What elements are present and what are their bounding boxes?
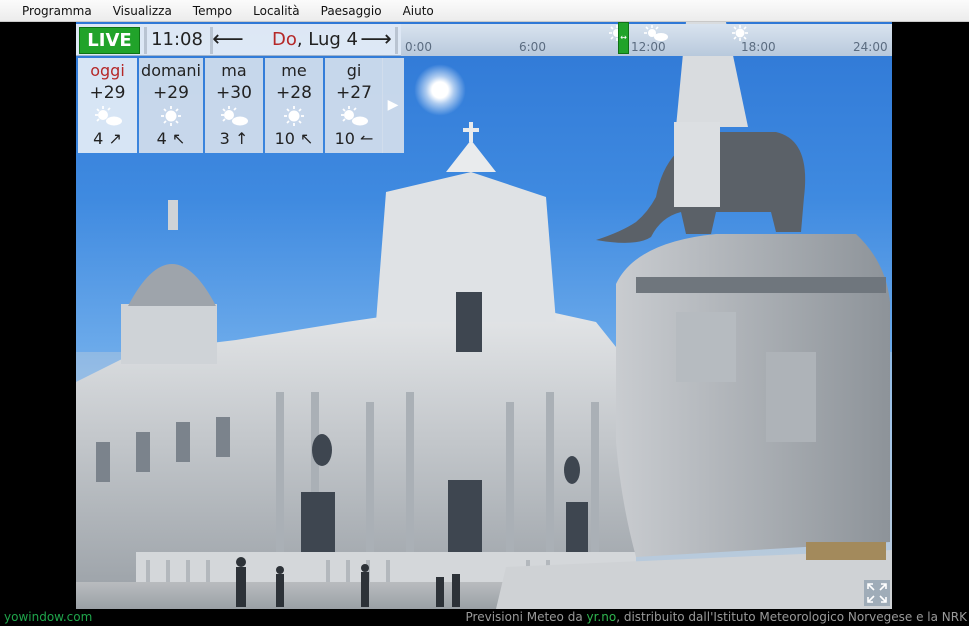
forecast-day-domani[interactable]: domani +29 4 ↖ xyxy=(139,58,203,153)
day-temperature: +30 xyxy=(216,83,252,103)
sun-icon xyxy=(732,25,748,41)
expand-icon xyxy=(867,583,887,603)
menu-aiuto[interactable]: Aiuto xyxy=(394,0,446,22)
forecast-day-gi[interactable]: gi +27 10 ↼ xyxy=(325,58,383,153)
partly-cloudy-icon xyxy=(205,104,263,128)
day-label: domani xyxy=(141,61,201,80)
yr-link[interactable]: yr.no xyxy=(587,610,617,624)
day-wind: 3 ↑ xyxy=(205,128,263,150)
footer: yowindow.com Previsioni Meteo da yr.no, … xyxy=(0,609,969,626)
day-label: gi xyxy=(346,61,362,80)
timeline[interactable]: 0:00 6:00 12:00 18:00 24:00 xyxy=(401,24,892,56)
timeline-label-18: 18:00 xyxy=(741,40,776,54)
time-slider-handle[interactable]: ↔ xyxy=(618,22,629,54)
credit-suffix: , distribuito dall'Istituto Meteorologic… xyxy=(616,610,967,624)
sun-icon xyxy=(265,104,323,128)
current-time: 11:08 xyxy=(151,29,203,50)
live-button[interactable]: LIVE xyxy=(79,27,140,54)
date-day: , Lug 4 xyxy=(296,29,359,50)
menu-programma[interactable]: Programma xyxy=(13,0,104,22)
sun-partly-cloudy-icon xyxy=(644,25,668,41)
sun-glow xyxy=(414,64,466,116)
timeline-label-12: 12:00 xyxy=(631,40,666,54)
wind-direction-icon: ↗ xyxy=(108,129,122,148)
wind-direction-icon: ↖ xyxy=(171,129,186,148)
current-date: Do, Lug 4 xyxy=(260,26,370,54)
time-bar: LIVE 11:08 ⟵ Do, Lug 4 ⟶ 0:00 6:00 12:00… xyxy=(76,24,892,56)
menu-paesaggio[interactable]: Paesaggio xyxy=(312,0,394,22)
menu-tempo[interactable]: Tempo xyxy=(184,0,244,22)
sun-icon xyxy=(139,104,203,128)
menu-bar: Programma Visualizza Tempo Località Paes… xyxy=(0,0,969,22)
day-wind: 10 ↼ xyxy=(325,128,383,150)
more-days-arrow-icon[interactable]: ▶ xyxy=(382,58,404,153)
brand-link[interactable]: yowindow.com xyxy=(4,609,92,626)
credit-prefix: Previsioni Meteo da xyxy=(465,610,587,624)
day-label: oggi xyxy=(90,61,125,80)
day-label: ma xyxy=(221,61,247,80)
forecast-day-me[interactable]: me +28 10 ↖ xyxy=(265,58,323,153)
wind-speed: 4 xyxy=(156,129,167,148)
partly-cloudy-icon xyxy=(325,104,383,128)
wind-speed: 10 xyxy=(334,129,355,148)
timeline-label-6: 6:00 xyxy=(519,40,546,54)
wind-speed: 10 xyxy=(274,129,295,148)
prev-day-arrow-icon[interactable]: ⟵ xyxy=(212,26,244,54)
slider-arrows-icon: ↔ xyxy=(620,33,627,42)
wind-speed: 3 xyxy=(219,129,230,148)
day-temperature: +28 xyxy=(276,83,312,103)
fullscreen-button[interactable] xyxy=(864,580,890,606)
day-temperature: +27 xyxy=(336,83,372,103)
wind-direction-icon: ↖ xyxy=(300,129,314,148)
next-day-arrow-icon[interactable]: ⟶ xyxy=(360,26,392,54)
weather-scene: LIVE 11:08 ⟵ Do, Lug 4 ⟶ 0:00 6:00 12:00… xyxy=(76,22,892,609)
credit-text: Previsioni Meteo da yr.no, distribuito d… xyxy=(466,609,967,626)
partly-cloudy-icon xyxy=(78,104,137,128)
separator xyxy=(144,27,147,54)
timeline-label-24: 24:00 xyxy=(853,40,888,54)
day-temperature: +29 xyxy=(89,83,126,103)
day-label: me xyxy=(281,61,307,80)
wind-direction-icon: ↼ xyxy=(360,129,374,148)
separator xyxy=(395,27,398,54)
timeline-label-0: 0:00 xyxy=(405,40,432,54)
menu-visualizza[interactable]: Visualizza xyxy=(104,0,184,22)
day-wind: 10 ↖ xyxy=(265,128,323,150)
forecast-day-ma[interactable]: ma +30 3 ↑ xyxy=(205,58,263,153)
date-weekday: Do xyxy=(271,29,297,50)
day-temperature: +29 xyxy=(153,83,189,103)
day-wind: 4 ↗ xyxy=(78,128,137,150)
menu-localita[interactable]: Località xyxy=(244,0,312,22)
wind-direction-icon: ↑ xyxy=(234,129,249,148)
day-wind: 4 ↖ xyxy=(139,128,203,150)
forecast-panel: oggi +29 4 ↗ domani +29 4 ↖ ma +30 3 ↑ m… xyxy=(78,58,385,153)
forecast-day-oggi[interactable]: oggi +29 4 ↗ xyxy=(78,58,137,153)
wind-speed: 4 xyxy=(93,129,104,148)
